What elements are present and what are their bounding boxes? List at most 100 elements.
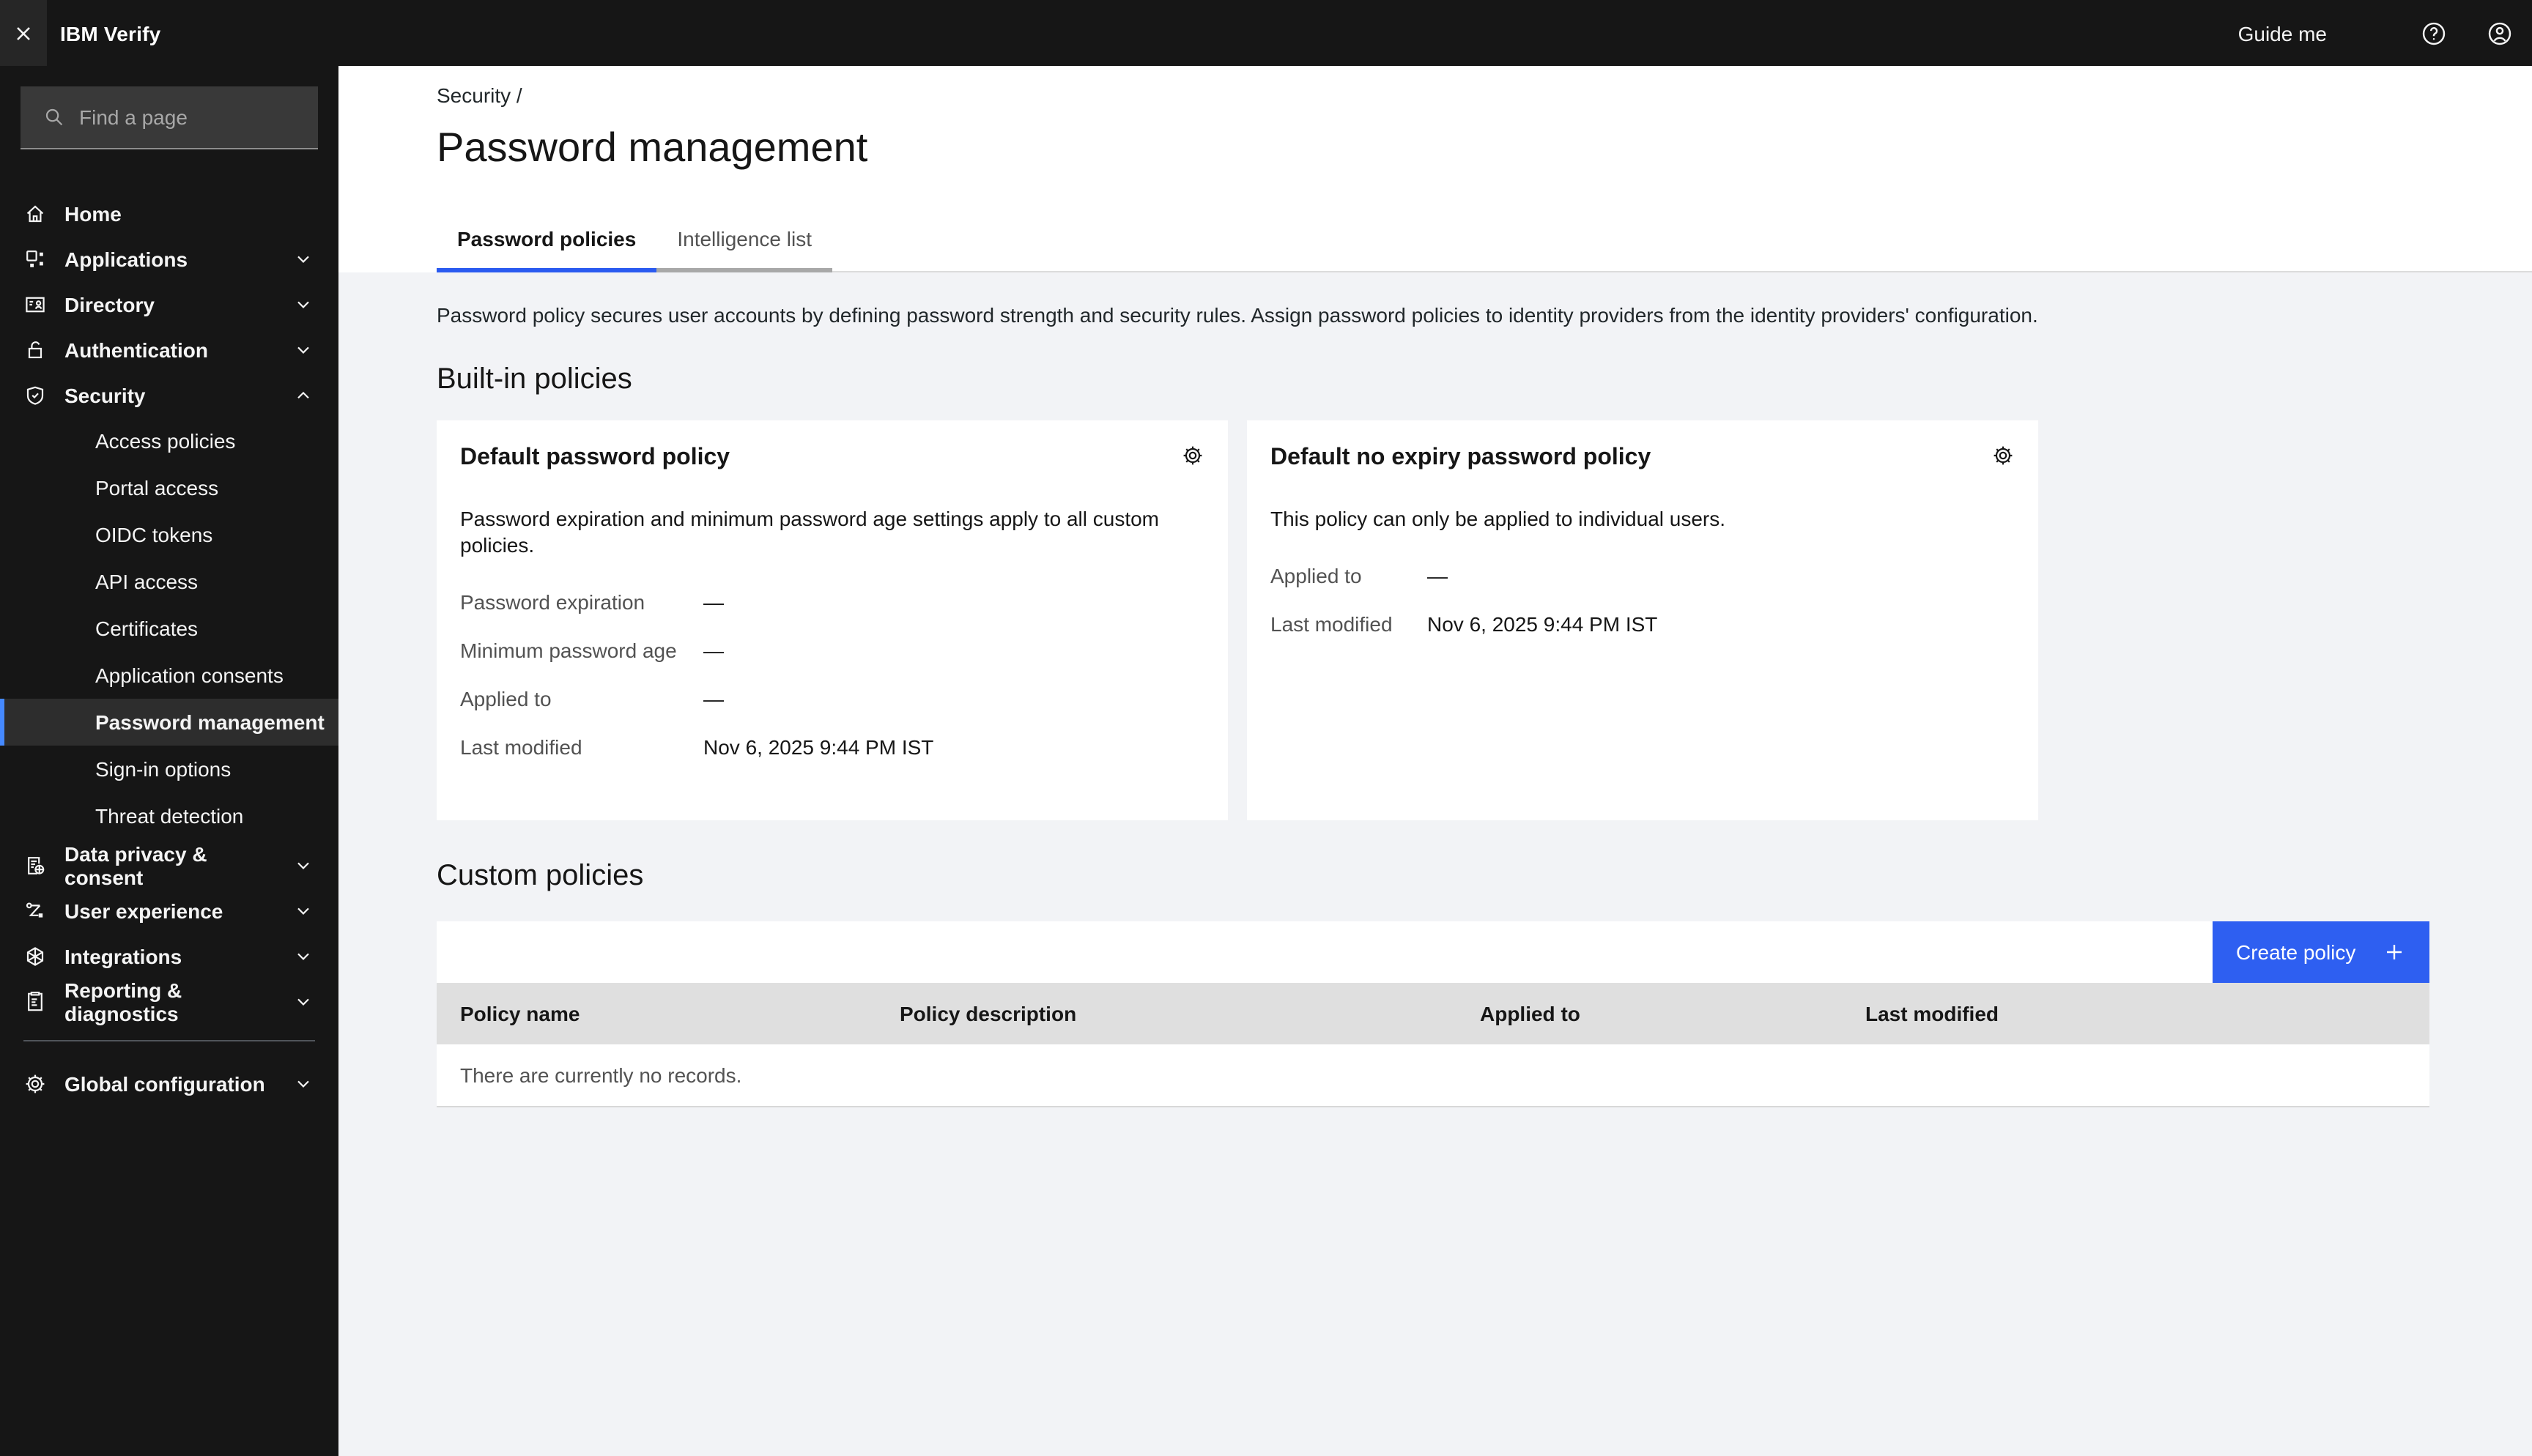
sidebar-subitem-password-management[interactable]: Password management — [0, 699, 338, 746]
chevron-down-icon — [292, 899, 315, 922]
chevron-down-icon — [292, 292, 315, 316]
search-input[interactable]: Find a page — [21, 86, 318, 149]
tab-password-policies[interactable]: Password policies — [437, 212, 657, 272]
create-policy-button[interactable]: Create policy — [2213, 921, 2429, 983]
app-window: IBM Verify Guide me Find a page Home App… — [0, 0, 2532, 1456]
sidebar-item-label: Integrations — [64, 944, 182, 967]
policy-field-row: Applied to — — [1270, 562, 2015, 589]
sidebar-item-directory[interactable]: Directory — [0, 281, 338, 327]
column-header-applied-to[interactable]: Applied to — [1456, 1002, 1842, 1025]
sidebar-subitem-access-policies[interactable]: Access policies — [0, 417, 338, 464]
directory-icon — [23, 292, 47, 316]
sidebar-item-label: Authentication — [64, 338, 208, 361]
card-title: Default no expiry password policy — [1270, 445, 1651, 470]
sidebar-item-label: Home — [64, 201, 122, 225]
user-icon — [2486, 20, 2512, 46]
account-button[interactable] — [2466, 0, 2532, 66]
sidebar-subitem-portal-access[interactable]: Portal access — [0, 464, 338, 511]
field-value: — — [703, 639, 724, 662]
sidebar-item-label: Applications — [64, 247, 188, 270]
field-label: Applied to — [460, 687, 552, 710]
gear-icon — [1991, 444, 2015, 467]
sidebar-item-reporting[interactable]: Reporting & diagnostics — [0, 978, 338, 1025]
sidebar: Find a page Home Applications Directory … — [0, 66, 338, 1456]
close-sidebar-button[interactable] — [0, 0, 47, 66]
gear-icon — [23, 1071, 47, 1095]
page-title: Password management — [437, 125, 868, 170]
table-toolbar: Create policy — [437, 921, 2429, 983]
sidebar-item-integrations[interactable]: Integrations — [0, 933, 338, 978]
builtin-policies-heading: Built-in policies — [437, 363, 632, 395]
data-privacy-icon — [23, 853, 47, 877]
sidebar-divider — [23, 1040, 315, 1041]
user-experience-icon — [23, 899, 47, 922]
integrations-icon — [23, 944, 47, 967]
column-header-last-modified[interactable]: Last modified — [1842, 1002, 2429, 1025]
help-icon — [2420, 20, 2446, 46]
chevron-down-icon — [292, 338, 315, 361]
policy-field-row: Password expiration — — [460, 589, 1204, 615]
field-value: Nov 6, 2025 9:44 PM IST — [1427, 612, 1658, 636]
brand-title: IBM Verify — [60, 21, 161, 45]
custom-policies-heading: Custom policies — [437, 860, 644, 892]
sidebar-nav: Home Applications Directory Authenticati… — [0, 190, 338, 1106]
policy-field-row: Applied to — — [460, 686, 1204, 712]
guide-me-link[interactable]: Guide me — [2238, 21, 2327, 45]
column-header-policy-description[interactable]: Policy description — [876, 1002, 1456, 1025]
sidebar-item-data-privacy[interactable]: Data privacy & consent — [0, 842, 338, 888]
policy-field-row: Last modified Nov 6, 2025 9:44 PM IST — [460, 734, 1204, 760]
sidebar-item-label: Directory — [64, 292, 155, 316]
sidebar-subitem-threat-detection[interactable]: Threat detection — [0, 792, 338, 839]
unlock-icon — [23, 338, 47, 361]
default-no-expiry-policy-card: Default no expiry password policy This p… — [1247, 420, 2038, 820]
sidebar-item-global-configuration[interactable]: Global configuration — [0, 1061, 338, 1106]
sidebar-item-applications[interactable]: Applications — [0, 236, 338, 281]
sidebar-item-home[interactable]: Home — [0, 190, 338, 236]
card-description: Password expiration and minimum password… — [460, 507, 1160, 557]
default-password-policy-card: Default password policy Password expirat… — [437, 420, 1228, 820]
sidebar-subitem-oidc-tokens[interactable]: OIDC tokens — [0, 511, 338, 558]
breadcrumb[interactable]: Security / — [437, 83, 522, 107]
sidebar-item-security[interactable]: Security — [0, 372, 338, 417]
reporting-icon — [23, 989, 47, 1013]
chevron-up-icon — [292, 383, 315, 406]
plus-icon — [2383, 940, 2406, 964]
field-label: Minimum password age — [460, 639, 677, 662]
chevron-down-icon — [292, 853, 315, 877]
sidebar-subitem-certificates[interactable]: Certificates — [0, 605, 338, 652]
applications-icon — [23, 247, 47, 270]
home-icon — [23, 201, 47, 225]
search-placeholder: Find a page — [79, 105, 188, 129]
page-header: Security / Password management Password … — [338, 66, 2532, 272]
search-icon — [42, 105, 66, 129]
page-content: Password policy secures user accounts by… — [338, 272, 2532, 1456]
sidebar-item-label: Reporting & diagnostics — [64, 978, 182, 1025]
sidebar-item-user-experience[interactable]: User experience — [0, 888, 338, 933]
help-button[interactable] — [2400, 0, 2466, 66]
page-description: Password policy secures user accounts by… — [437, 303, 2038, 327]
policy-field-row: Minimum password age — — [460, 637, 1204, 664]
sidebar-item-label: Global configuration — [64, 1071, 265, 1095]
sidebar-item-authentication[interactable]: Authentication — [0, 327, 338, 372]
table-header-row: Policy name Policy description Applied t… — [437, 983, 2429, 1044]
create-policy-label: Create policy — [2236, 940, 2356, 964]
card-description: This policy can only be applied to indiv… — [1270, 507, 1726, 530]
gear-icon — [1181, 444, 1204, 467]
field-value: Nov 6, 2025 9:44 PM IST — [703, 735, 934, 759]
column-header-policy-name[interactable]: Policy name — [437, 1002, 876, 1025]
sidebar-subitem-sign-in-options[interactable]: Sign-in options — [0, 746, 338, 792]
field-label: Last modified — [1270, 612, 1393, 636]
tab-intelligence-list[interactable]: Intelligence list — [656, 212, 832, 272]
top-bar-actions: Guide me — [2238, 0, 2532, 66]
policy-settings-button[interactable] — [1181, 444, 1204, 467]
shield-check-icon — [23, 383, 47, 406]
sidebar-subitem-api-access[interactable]: API access — [0, 558, 338, 605]
field-label: Password expiration — [460, 590, 645, 614]
field-value: — — [1427, 564, 1448, 587]
sidebar-item-label: Data privacy & consent — [64, 842, 207, 888]
sidebar-item-label: User experience — [64, 899, 223, 922]
sidebar-subitem-application-consents[interactable]: Application consents — [0, 652, 338, 699]
policy-settings-button[interactable] — [1991, 444, 2015, 467]
sidebar-item-label: Security — [64, 383, 146, 406]
policy-field-row: Last modified Nov 6, 2025 9:44 PM IST — [1270, 611, 2015, 637]
